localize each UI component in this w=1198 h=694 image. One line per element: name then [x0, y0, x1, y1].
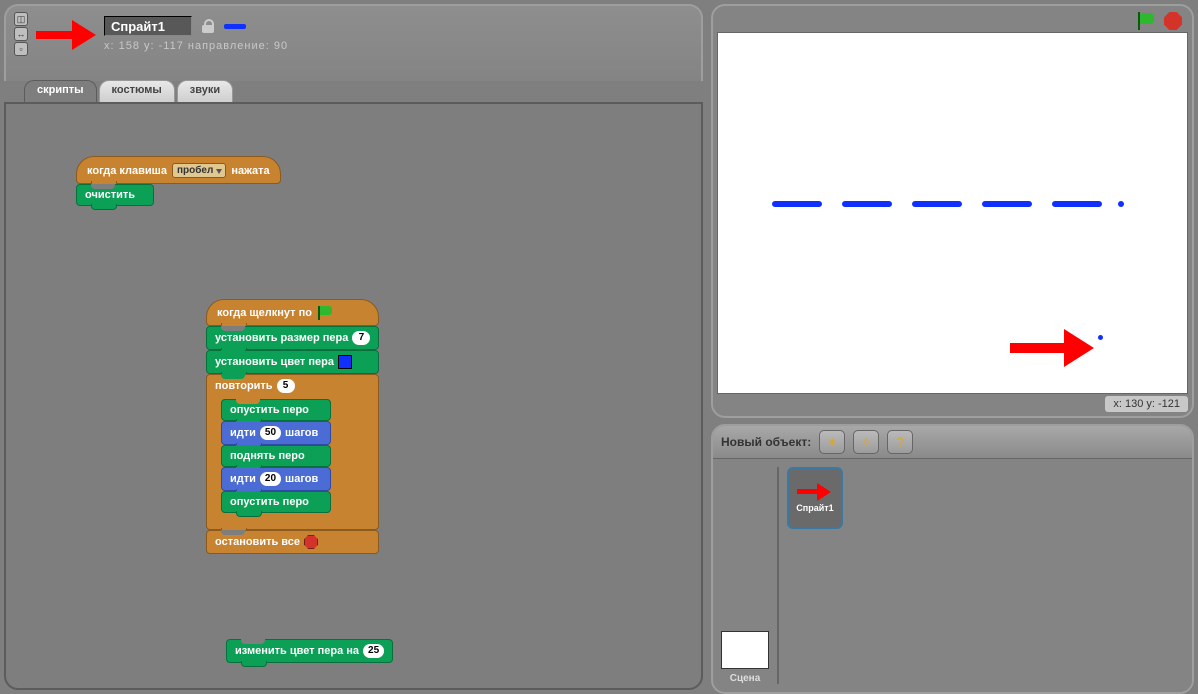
surprise-sprite-button[interactable]: ? — [887, 430, 913, 454]
script-stack-1[interactable]: когда клавиша пробел нажата очистить — [76, 156, 281, 206]
choose-sprite-button[interactable]: ✧ — [853, 430, 879, 454]
stage-label: Сцена — [730, 673, 761, 684]
block-text: остановить все — [215, 536, 300, 548]
repeat-count-input[interactable]: 5 — [277, 379, 295, 393]
when-key-pressed-block[interactable]: когда клавиша пробел нажата — [76, 156, 281, 184]
stage[interactable] — [717, 32, 1188, 394]
block-text: шагов — [285, 473, 318, 485]
sprite-thumb-label: Спрайт1 — [796, 503, 833, 513]
block-text: шагов — [285, 427, 318, 439]
move-block-2[interactable]: идти 20 шагов — [221, 467, 331, 491]
pen-down-block-2[interactable]: опустить перо — [221, 491, 331, 513]
stage-thumbnail[interactable] — [721, 631, 769, 669]
pen-color-swatch[interactable] — [338, 355, 352, 369]
script-stack-2[interactable]: когда щелкнут по установить размер пера … — [206, 299, 379, 554]
block-text: нажата — [231, 165, 269, 177]
stage-panel: x: 130 y: -121 — [711, 4, 1194, 418]
pen-trail-dot — [1118, 201, 1124, 207]
when-flag-clicked-block[interactable]: когда щелкнут по — [206, 299, 379, 326]
set-pen-color-block[interactable]: установить цвет пера — [206, 350, 379, 374]
change-pen-color-block[interactable]: изменить цвет пера на 25 — [226, 639, 393, 663]
sprite-position-dot — [1098, 335, 1103, 340]
block-text: когда клавиша — [87, 165, 167, 177]
set-pen-size-block[interactable]: установить размер пера 7 — [206, 326, 379, 350]
sprite-thumb-icon — [797, 483, 833, 501]
sprite-preview-arrow-icon — [36, 20, 96, 50]
move-steps-input[interactable]: 50 — [260, 426, 281, 440]
block-text: изменить цвет пера на — [235, 645, 359, 657]
pen-size-input[interactable]: 7 — [352, 331, 370, 345]
move-block-1[interactable]: идти 50 шагов — [221, 421, 331, 445]
sprite-list-panel: Новый объект: ✦ ✧ ? Сцена Спрайт1 — [711, 424, 1194, 694]
block-text: повторить — [215, 380, 273, 392]
lock-icon[interactable] — [202, 19, 214, 33]
direction-indicator-icon — [224, 24, 246, 29]
sprite-thumbnail[interactable]: Спрайт1 — [787, 467, 843, 529]
view-small-icon[interactable]: ◫ — [14, 12, 28, 26]
stop-all-block[interactable]: остановить все — [206, 530, 379, 554]
script-stack-3[interactable]: изменить цвет пера на 25 — [226, 639, 393, 663]
clear-block[interactable]: очистить — [76, 184, 154, 206]
view-large-icon[interactable]: ▫ — [14, 42, 28, 56]
block-text: поднять перо — [230, 450, 305, 462]
block-text: установить размер пера — [215, 332, 348, 344]
sprite-name-input[interactable] — [104, 16, 192, 36]
pen-trail-dash — [982, 201, 1032, 207]
pen-up-block[interactable]: поднять перо — [221, 445, 331, 467]
repeat-block[interactable]: повторить 5 опустить перо идти 50 шагов — [206, 374, 379, 530]
sprite-coords-label: x: 158 y: -117 направление: 90 — [104, 40, 288, 52]
tab-costumes[interactable]: костюмы — [99, 80, 175, 102]
move-steps-input[interactable]: 20 — [260, 472, 281, 486]
block-text: установить цвет пера — [215, 356, 334, 368]
key-dropdown[interactable]: пробел — [172, 163, 226, 178]
sprite-list-header: Новый объект: ✦ ✧ ? — [713, 426, 1192, 459]
sprite-header: ◫ ↔ ▫ x: 158 y: -117 направление: 90 — [4, 4, 703, 81]
block-text: опустить перо — [230, 404, 309, 416]
green-flag-icon — [317, 306, 333, 320]
stage-mouse-coords: x: 130 y: -121 — [1105, 396, 1188, 412]
view-arrows-icon[interactable]: ↔ — [14, 27, 28, 41]
tab-sounds[interactable]: звуки — [177, 80, 233, 102]
tab-scripts[interactable]: скрипты — [24, 80, 97, 102]
block-text: опустить перо — [230, 496, 309, 508]
pen-down-block[interactable]: опустить перо — [221, 399, 331, 421]
paint-new-sprite-button[interactable]: ✦ — [819, 430, 845, 454]
stage-thumbnail-column: Сцена — [721, 467, 779, 684]
pen-trail-dash — [912, 201, 962, 207]
block-text: очистить — [85, 189, 135, 201]
pen-trail-dash — [1052, 201, 1102, 207]
stop-icon — [304, 535, 318, 549]
block-text: идти — [230, 427, 256, 439]
stop-button[interactable] — [1164, 12, 1182, 30]
change-color-input[interactable]: 25 — [363, 644, 384, 658]
green-flag-button[interactable] — [1136, 12, 1156, 30]
scripts-area[interactable]: когда клавиша пробел нажата очистить ког… — [4, 102, 703, 690]
block-text: идти — [230, 473, 256, 485]
block-text: когда щелкнут по — [217, 307, 312, 319]
pen-trail-dash — [842, 201, 892, 207]
new-object-label: Новый объект: — [721, 435, 811, 449]
pen-trail-dash — [772, 201, 822, 207]
view-mode-buttons: ◫ ↔ ▫ — [14, 12, 28, 56]
tab-row: скрипты костюмы звуки — [0, 80, 707, 102]
